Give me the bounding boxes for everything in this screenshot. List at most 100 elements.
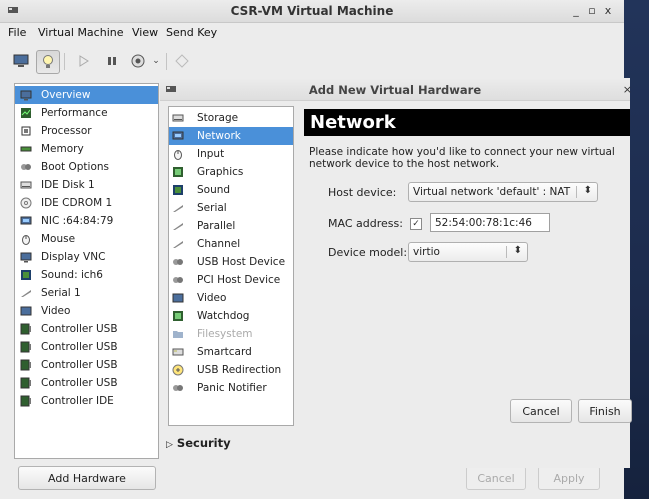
hw-item-sound[interactable]: Sound <box>169 181 293 199</box>
sidebar-item-label: NIC :64:84:79 <box>41 215 114 227</box>
sidebar-item-video[interactable]: Video <box>15 302 158 320</box>
serial-icon <box>21 290 31 297</box>
menu-send-key[interactable]: Send Key <box>166 26 217 39</box>
processor-icon <box>21 126 31 136</box>
hw-item-usb-redirection[interactable]: USB Redirection <box>169 361 293 379</box>
sidebar-item-controller-usb[interactable]: Controller USB <box>15 338 158 356</box>
power-menu-button[interactable]: ⌄ <box>150 50 162 72</box>
hw-item-label: Parallel <box>197 220 236 232</box>
sidebar-item-mouse[interactable]: Mouse <box>15 230 158 248</box>
controller-icon <box>20 341 31 353</box>
power-button[interactable] <box>128 50 148 72</box>
dialog-titlebar[interactable]: Add New Virtual Hardware × <box>160 78 632 101</box>
close-button[interactable]: x <box>602 4 614 17</box>
hw-item-panic-notifier[interactable]: Panic Notifier <box>169 379 293 397</box>
smartcard-icon <box>172 348 184 356</box>
host-device-value: Virtual network 'default' : NAT <box>413 186 571 198</box>
power-icon <box>131 54 145 68</box>
hw-item-network[interactable]: Network <box>169 127 293 145</box>
maximize-button[interactable]: ▫ <box>586 4 598 17</box>
cancel-button-main[interactable]: Cancel <box>466 466 526 490</box>
hw-item-label: Smartcard <box>197 346 252 358</box>
sidebar-item-label: Controller USB <box>41 359 118 371</box>
add-hardware-dialog: Add New Virtual Hardware × Storage Networ… <box>160 78 632 468</box>
menu-virtual-machine[interactable]: Virtual Machine <box>38 26 124 39</box>
dialog-close-button[interactable]: × <box>623 83 632 96</box>
hw-item-smartcard[interactable]: Smartcard <box>169 343 293 361</box>
sidebar-item-sound-ich6[interactable]: Sound: ich6 <box>15 266 158 284</box>
hw-item-usb-host-device[interactable]: USB Host Device <box>169 253 293 271</box>
sidebar-item-ide-disk-1[interactable]: IDE Disk 1 <box>15 176 158 194</box>
sidebar-item-overview[interactable]: Overview <box>15 86 158 104</box>
usb-redirection-icon <box>172 364 184 376</box>
lightbulb-icon <box>43 55 53 68</box>
finish-button[interactable]: Finish <box>578 399 632 423</box>
hw-item-label: PCI Host Device <box>197 274 281 286</box>
sidebar-item-controller-usb[interactable]: Controller USB <box>15 320 158 338</box>
hw-item-label: Input <box>197 148 225 160</box>
sidebar-item-label: Display VNC <box>41 251 106 263</box>
mac-address-field[interactable]: 52:54:00:78:1c:46 <box>430 213 550 232</box>
sidebar-item-processor[interactable]: Processor <box>15 122 158 140</box>
sidebar-item-boot-options[interactable]: Boot Options <box>15 158 158 176</box>
add-hardware-button[interactable]: Add Hardware <box>18 466 156 490</box>
hardware-type-list[interactable]: Storage Network Input Graphics Sound Serial Pa… <box>168 106 294 426</box>
run-button[interactable] <box>74 50 94 72</box>
network-icon <box>172 131 184 140</box>
hw-item-graphics[interactable]: Graphics <box>169 163 293 181</box>
dialog-cancel-button[interactable]: Cancel <box>510 399 572 423</box>
serial-icon <box>173 205 183 212</box>
sidebar-item-label: Serial 1 <box>41 287 81 299</box>
hw-item-serial[interactable]: Serial <box>169 199 293 217</box>
mac-address-checkbox[interactable]: ✓ <box>410 218 422 230</box>
pause-button[interactable] <box>102 50 122 72</box>
sidebar-item-controller-ide[interactable]: Controller IDE <box>15 392 158 410</box>
hw-item-label: Filesystem <box>197 328 253 340</box>
hw-item-watchdog[interactable]: Watchdog <box>169 307 293 325</box>
mac-address-label: MAC address: <box>328 217 403 230</box>
host-device-select[interactable]: Virtual network 'default' : NAT ⬍ <box>408 182 598 202</box>
hw-item-input[interactable]: Input <box>169 145 293 163</box>
spin-arrows-icon: ⬍ <box>583 185 592 196</box>
hardware-sidebar[interactable]: Overview Performance Processor Memory Boot O… <box>14 83 159 459</box>
sidebar-item-label: Controller IDE <box>41 395 114 407</box>
cdrom-icon <box>20 197 32 209</box>
device-model-select[interactable]: virtio ⬍ <box>408 242 528 262</box>
hw-item-pci-host-device[interactable]: PCI Host Device <box>169 271 293 289</box>
menu-file[interactable]: File <box>8 26 26 39</box>
sidebar-item-memory[interactable]: Memory <box>15 140 158 158</box>
menu-view[interactable]: View <box>132 26 158 39</box>
pause-icon <box>108 57 116 65</box>
sidebar-item-display-vnc[interactable]: Display VNC <box>15 248 158 266</box>
hw-item-storage[interactable]: Storage <box>169 109 293 127</box>
console-button[interactable] <box>10 50 32 72</box>
window-title: CSR-VM Virtual Machine <box>230 4 394 18</box>
details-button[interactable] <box>36 50 60 74</box>
sidebar-item-controller-usb[interactable]: Controller USB <box>15 374 158 392</box>
hw-item-label: Panic Notifier <box>197 382 267 394</box>
triangle-right-icon: ▷ <box>166 440 173 450</box>
apply-button[interactable]: Apply <box>538 466 600 490</box>
sidebar-item-serial-1[interactable]: Serial 1 <box>15 284 158 302</box>
hw-item-channel[interactable]: Channel <box>169 235 293 253</box>
combo-separator <box>576 186 577 198</box>
display-icon <box>20 252 32 263</box>
hw-item-label: USB Host Device <box>197 256 286 268</box>
sidebar-item-nic-64-84-79[interactable]: NIC :64:84:79 <box>15 212 158 230</box>
sidebar-item-label: Mouse <box>41 233 76 245</box>
watchdog-icon <box>173 311 183 321</box>
sidebar-item-performance[interactable]: Performance <box>15 104 158 122</box>
dialog-title: Add New Virtual Hardware <box>308 83 482 97</box>
sidebar-item-controller-usb[interactable]: Controller USB <box>15 356 158 374</box>
panic-notifier-icon <box>173 385 183 391</box>
window-titlebar[interactable]: CSR-VM Virtual Machine _ ▫ x <box>0 0 624 23</box>
minimize-button[interactable]: _ <box>570 4 582 17</box>
security-label: Security <box>176 436 231 450</box>
security-expander[interactable]: ▷ Security <box>166 436 231 450</box>
hw-item-video[interactable]: Video <box>169 289 293 307</box>
sidebar-item-label: Performance <box>41 107 108 119</box>
sidebar-item-label: Boot Options <box>41 161 110 173</box>
hw-item-parallel[interactable]: Parallel <box>169 217 293 235</box>
fullscreen-button[interactable] <box>172 50 192 72</box>
sidebar-item-ide-cdrom-1[interactable]: IDE CDROM 1 <box>15 194 158 212</box>
